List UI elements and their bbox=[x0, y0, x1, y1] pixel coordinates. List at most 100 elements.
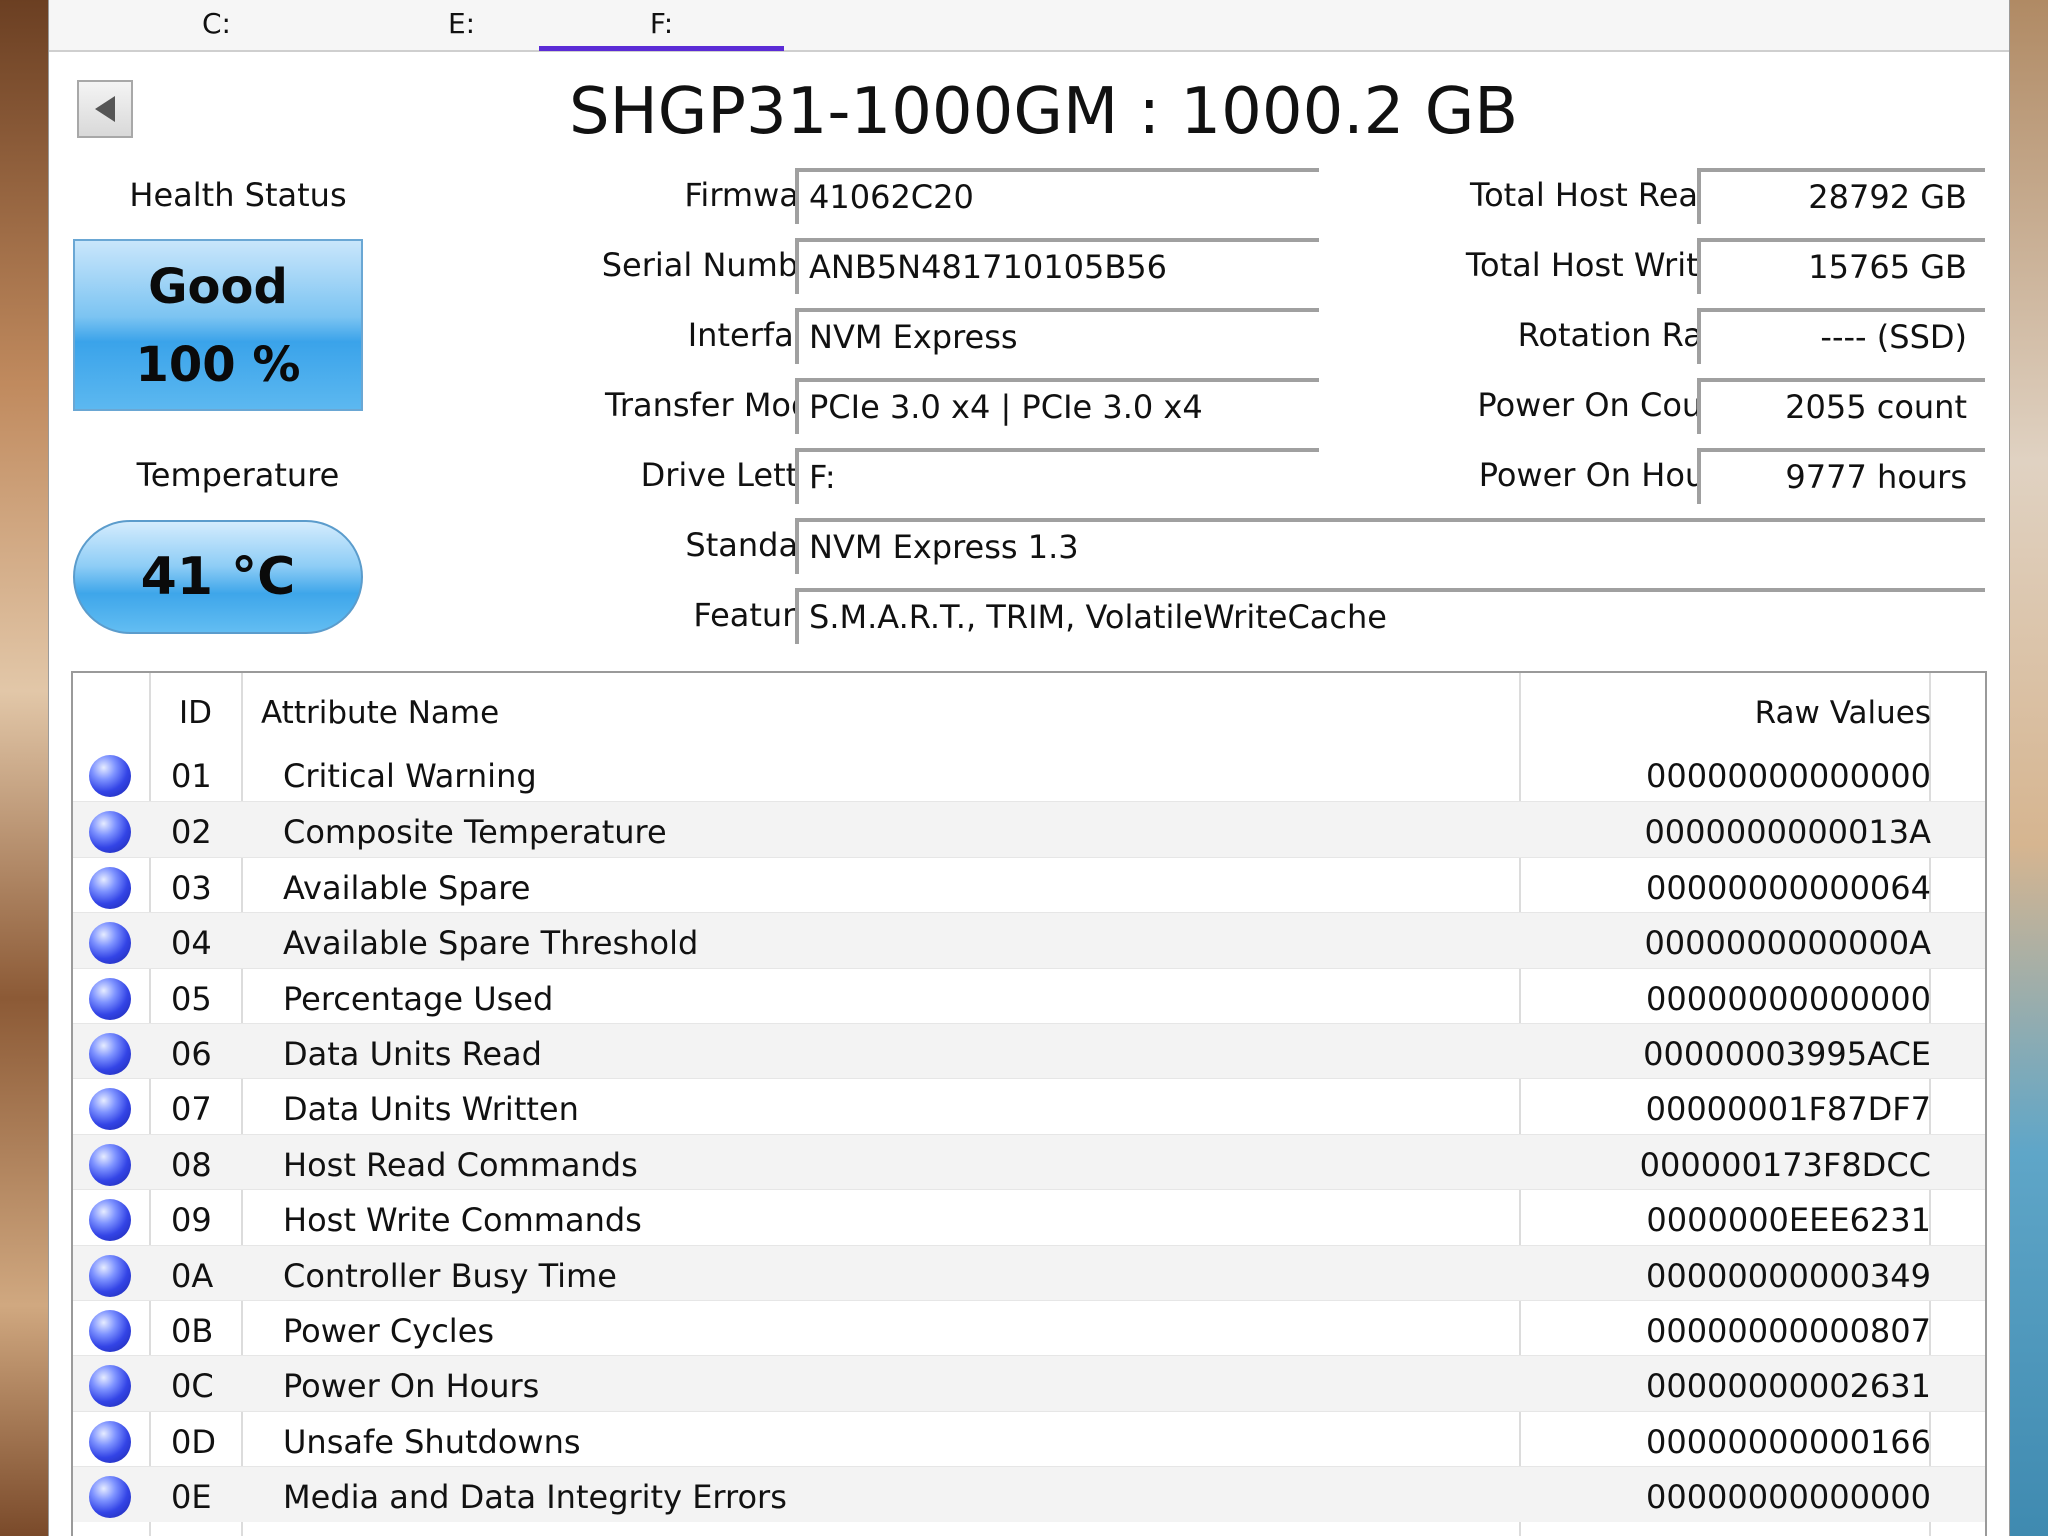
attribute-raw-value: 00000000000000 bbox=[1645, 757, 1931, 795]
desktop-background-left bbox=[0, 0, 48, 1536]
attribute-id: 0A bbox=[171, 1256, 214, 1295]
power-on-hours-label: Power On Hours bbox=[1478, 456, 1735, 494]
power-on-count-field: 2055 count bbox=[1697, 378, 1985, 434]
table-row[interactable]: 02 Composite Temperature 0000000000013A bbox=[73, 801, 1985, 858]
drive-title: SHGP31-1000GM : 1000.2 GB bbox=[569, 75, 1519, 149]
status-orb-icon bbox=[89, 1033, 131, 1075]
table-row[interactable]: 03 Available Spare 00000000000064 bbox=[73, 856, 1985, 913]
table-row[interactable]: 04 Available Spare Threshold 0000000000000… bbox=[73, 912, 1985, 969]
health-status-badge[interactable]: Good 100 % bbox=[73, 239, 363, 411]
attribute-name: Media and Data Integrity Errors bbox=[283, 1478, 787, 1517]
attribute-name: Host Write Commands bbox=[283, 1201, 642, 1240]
table-row[interactable]: 08 Host Read Commands 000000173F8DCC bbox=[73, 1133, 1985, 1190]
attribute-name: Available Spare bbox=[283, 868, 531, 907]
status-orb-icon bbox=[89, 1420, 131, 1463]
attribute-id: 05 bbox=[171, 979, 212, 1018]
previous-drive-button[interactable] bbox=[77, 80, 133, 138]
table-row[interactable]: 0E Media and Data Integrity Errors 0000000… bbox=[73, 1466, 1985, 1523]
attribute-raw-value: 00000001F87DF7 bbox=[1645, 1090, 1931, 1129]
status-orb-icon bbox=[89, 866, 131, 909]
attribute-id: 03 bbox=[171, 868, 212, 907]
power-on-hours-field: 9777 hours bbox=[1697, 448, 1985, 504]
attribute-raw-value: 00000003995ACE bbox=[1643, 1035, 1931, 1073]
features-field: S.M.A.R.T., TRIM, VolatileWriteCache bbox=[795, 588, 1985, 644]
attribute-name: Percentage Used bbox=[283, 979, 554, 1018]
table-row[interactable]: 05 Percentage Used 00000000000000 bbox=[73, 967, 1985, 1024]
attribute-name: Controller Busy Time bbox=[283, 1256, 617, 1295]
table-row[interactable]: 09 Host Write Commands 0000000EEE6231 bbox=[73, 1189, 1985, 1245]
total-host-writes-field: 15765 GB bbox=[1697, 238, 1985, 294]
status-orb-icon bbox=[89, 1365, 131, 1408]
status-orb-icon bbox=[89, 1310, 131, 1352]
status-orb-icon bbox=[89, 1476, 131, 1519]
attribute-name: Critical Warning bbox=[283, 757, 537, 795]
attribute-raw-value: 00000000000807 bbox=[1645, 1312, 1931, 1350]
column-header-id[interactable]: ID bbox=[179, 673, 212, 741]
attribute-raw-value: 0000000EEE6231 bbox=[1646, 1201, 1931, 1240]
attribute-id: 02 bbox=[171, 813, 212, 852]
temperature-badge[interactable]: 41 °C bbox=[73, 520, 363, 634]
status-orb-icon bbox=[89, 1088, 131, 1131]
attribute-id: 01 bbox=[171, 757, 212, 795]
attribute-name: Power On Hours bbox=[283, 1367, 540, 1406]
status-orb-icon bbox=[89, 755, 131, 797]
attribute-raw-value: 000000173F8DCC bbox=[1639, 1145, 1931, 1184]
attribute-raw-value: 00000000000000 bbox=[1645, 979, 1931, 1018]
tab-drive-c[interactable]: C: bbox=[94, 0, 339, 48]
transfer-mode-label: Transfer Mode bbox=[604, 386, 831, 424]
transfer-mode-field: PCIe 3.0 x4 | PCIe 3.0 x4 bbox=[795, 378, 1319, 434]
attribute-name: Host Read Commands bbox=[283, 1145, 638, 1184]
column-header-attribute-name[interactable]: Attribute Name bbox=[261, 673, 499, 741]
interface-label: Interface bbox=[687, 316, 831, 354]
attribute-raw-value: 0000000000000A bbox=[1644, 924, 1931, 963]
attribute-id: 07 bbox=[171, 1090, 212, 1129]
arrow-left-icon bbox=[95, 96, 115, 122]
attribute-id: 09 bbox=[171, 1201, 212, 1240]
total-host-reads-field: 28792 GB bbox=[1697, 168, 1985, 224]
attribute-raw-value: 0000000000013A bbox=[1644, 813, 1931, 852]
attribute-id: 04 bbox=[171, 924, 212, 963]
serial-number-field: ANB5N481710105B56 bbox=[795, 238, 1319, 294]
attribute-id: 06 bbox=[171, 1035, 212, 1073]
column-header-raw-values[interactable]: Raw Values bbox=[1523, 673, 1931, 741]
health-status-text: Good bbox=[148, 259, 288, 315]
table-row[interactable]: 07 Data Units Written 00000001F87DF7 bbox=[73, 1078, 1985, 1134]
total-host-writes-label: Total Host Writes bbox=[1465, 246, 1735, 284]
status-orb-icon bbox=[89, 1199, 131, 1242]
table-row[interactable]: 0D Unsafe Shutdowns 00000000000166 bbox=[73, 1410, 1985, 1467]
table-header: ID Attribute Name Raw Values bbox=[73, 673, 1985, 741]
tab-drive-f[interactable]: F: bbox=[539, 0, 784, 51]
table-row[interactable]: 01 Critical Warning 00000000000000 bbox=[73, 746, 1985, 801]
attribute-name: Composite Temperature bbox=[283, 813, 667, 852]
attribute-name: Power Cycles bbox=[283, 1312, 495, 1350]
power-on-count-label: Power On Count bbox=[1477, 386, 1735, 424]
attribute-raw-value: 00000000000064 bbox=[1645, 868, 1931, 907]
table-row[interactable]: 06 Data Units Read 00000003995ACE bbox=[73, 1023, 1985, 1079]
attribute-name: Data Units Written bbox=[283, 1090, 579, 1129]
smart-attributes-table: ID Attribute Name Raw Values 01 Critical … bbox=[71, 671, 1987, 1536]
attribute-raw-value: 00000000000166 bbox=[1645, 1422, 1931, 1461]
crystaldiskinfo-window: C: E: F: SHGP31-1000GM : 1000.2 GB Healt… bbox=[48, 0, 2010, 1536]
rotation-rate-label: Rotation Rate bbox=[1517, 316, 1735, 354]
table-row[interactable]: 0A Controller Busy Time 00000000000349 bbox=[73, 1244, 1985, 1301]
desktop-background-right bbox=[2010, 0, 2048, 1536]
attribute-id: 08 bbox=[171, 1145, 212, 1184]
serial-number-label: Serial Number bbox=[601, 246, 831, 284]
table-row[interactable]: 0C Power On Hours 00000000002631 bbox=[73, 1355, 1985, 1412]
status-orb-icon bbox=[89, 1143, 131, 1186]
status-orb-icon bbox=[89, 977, 131, 1020]
attribute-name: Unsafe Shutdowns bbox=[283, 1422, 581, 1461]
attribute-raw-value: 00000000000000 bbox=[1645, 1478, 1931, 1517]
attribute-raw-value: 00000000000349 bbox=[1645, 1256, 1931, 1295]
attribute-name: Available Spare Threshold bbox=[283, 924, 699, 963]
table-row[interactable]: 0B Power Cycles 00000000000807 bbox=[73, 1300, 1985, 1356]
attribute-raw-value: 00000000002631 bbox=[1645, 1367, 1931, 1406]
total-host-reads-label: Total Host Reads bbox=[1469, 176, 1735, 214]
standard-field: NVM Express 1.3 bbox=[795, 518, 1985, 574]
rotation-rate-field: ---- (SSD) bbox=[1697, 308, 1985, 364]
attribute-id: 0B bbox=[171, 1312, 214, 1350]
interface-field: NVM Express bbox=[795, 308, 1319, 364]
attribute-id: 0D bbox=[171, 1422, 216, 1461]
standard-label: Standard bbox=[685, 526, 831, 564]
drive-letter-field: F: bbox=[795, 448, 1319, 504]
